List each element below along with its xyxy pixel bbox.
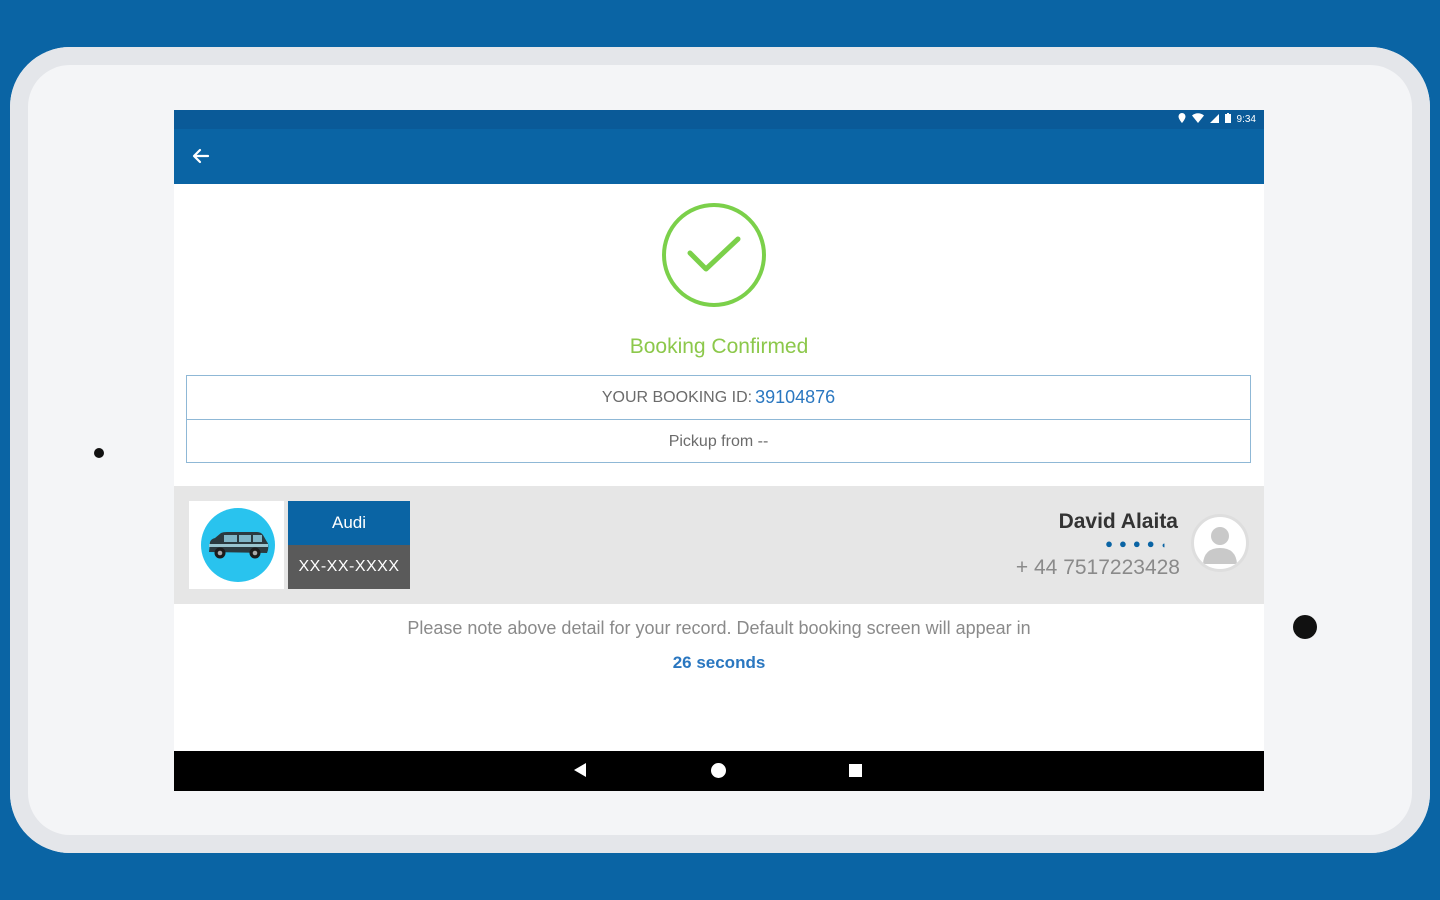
- battery-icon: [1224, 113, 1231, 126]
- driver-rating: ●●●●◖: [1105, 536, 1172, 551]
- tablet-sensor: [94, 448, 104, 458]
- check-circle-icon: [662, 203, 766, 307]
- nav-home-icon[interactable]: [711, 763, 726, 778]
- countdown-timer: 26 seconds: [672, 653, 766, 672]
- star-icon: ●: [1132, 536, 1147, 551]
- driver-name: David Alaita: [1058, 510, 1178, 533]
- status-time: 9:34: [1236, 114, 1256, 125]
- tablet-camera: [1293, 615, 1317, 639]
- driver-phone[interactable]: + 44 7517223428: [1016, 556, 1180, 580]
- person-icon: [1191, 514, 1249, 572]
- status-bar: 9:34: [174, 110, 1264, 129]
- star-icon: ●: [1146, 536, 1161, 551]
- booking-id-label: YOUR BOOKING ID:: [601, 388, 753, 406]
- driver-details-band: Audi XX-XX-XXXX David Alaita ●●●●◖ + 44 …: [174, 486, 1264, 604]
- booking-confirmed-title: Booking Confirmed: [629, 335, 809, 358]
- app-bar: [174, 129, 1264, 184]
- car-icon: [201, 508, 275, 582]
- back-button[interactable]: [186, 143, 216, 173]
- vehicle-make: Audi: [288, 501, 410, 545]
- nav-back-icon[interactable]: [574, 763, 586, 777]
- booking-info-box: YOUR BOOKING ID: 39104876 Pickup from --: [186, 375, 1251, 463]
- pickup-row: Pickup from --: [187, 420, 1250, 463]
- vehicle-info: Audi XX-XX-XXXX: [288, 501, 410, 589]
- wifi-icon: [1191, 113, 1204, 126]
- star-icon: ●: [1105, 536, 1119, 551]
- android-nav-bar: [174, 751, 1264, 791]
- app-screen: 9:34 Booking Confirmed YOUR BOOKING ID: …: [174, 110, 1264, 791]
- booking-id-value: 39104876: [755, 387, 836, 407]
- location-icon: [1178, 113, 1186, 126]
- booking-id-row: YOUR BOOKING ID: 39104876: [187, 376, 1250, 420]
- redirect-notice: Please note above detail for your record…: [407, 618, 1031, 638]
- pickup-label: Pickup from --: [668, 432, 769, 450]
- arrow-left-icon: [192, 147, 210, 170]
- vehicle-plate: XX-XX-XXXX: [288, 545, 410, 589]
- signal-icon: [1209, 113, 1219, 126]
- vehicle-card: [189, 501, 284, 589]
- star-icon: ●: [1118, 536, 1133, 551]
- nav-recents-icon[interactable]: [849, 764, 862, 777]
- half-star-icon: ◖: [1160, 540, 1172, 550]
